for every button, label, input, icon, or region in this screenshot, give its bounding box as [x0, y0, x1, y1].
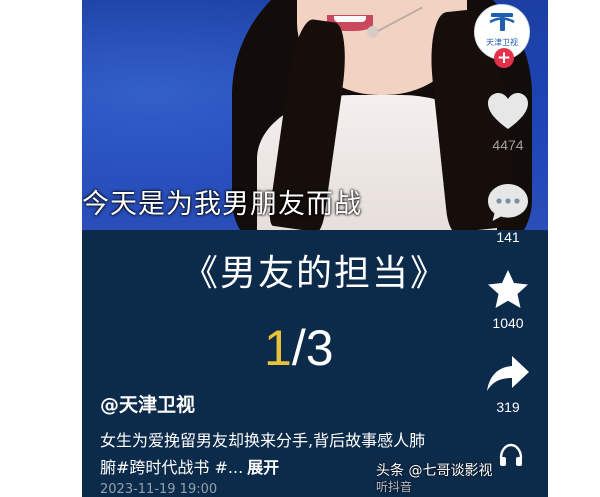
watermark-text: 头条 @七哥谈影视 — [376, 463, 493, 479]
comment-button[interactable]: 141 — [480, 182, 536, 246]
author-handle[interactable]: @天津卫视 — [100, 392, 195, 418]
share-count: 319 — [496, 399, 520, 415]
info-panel: 《男友的担当》 1/3 @天津卫视 女生为爱挽留男友却换来分手,背后故事感人肺腑… — [82, 230, 548, 497]
comment-icon — [488, 184, 528, 221]
part-counter: 1/3 — [264, 318, 334, 378]
channel-logo-icon — [489, 13, 515, 31]
video-player[interactable]: 今天是为我男朋友而战 《男友的担当》 1/3 @天津卫视 女生为爱挽留男友却换来… — [82, 0, 548, 497]
series-title: 《男友的担当》 — [182, 253, 449, 294]
video-subtitle: 今天是为我男朋友而战 — [82, 189, 362, 220]
favorite-button[interactable]: 1040 — [480, 268, 536, 332]
part-current: 1 — [264, 320, 292, 376]
headset-microphone — [367, 26, 379, 38]
headphones-icon[interactable] — [498, 442, 524, 468]
part-total: /3 — [291, 320, 334, 376]
star-icon — [488, 270, 528, 308]
share-button[interactable]: 319 — [480, 354, 536, 416]
comment-count: 141 — [496, 229, 520, 245]
follow-button[interactable]: + — [494, 48, 514, 68]
presenter-teeth — [334, 16, 366, 22]
heart-icon — [488, 93, 528, 129]
share-arrow-icon — [487, 356, 529, 391]
expand-link[interactable]: 展开 — [247, 458, 279, 477]
like-button[interactable]: 4474 — [480, 92, 536, 154]
post-timestamp: 2023-11-19 19:00 — [100, 482, 218, 497]
like-count: 4474 — [492, 137, 524, 153]
source-watermark: 头条 @七哥谈影视 听抖音 — [376, 462, 492, 494]
channel-logo-name: 天津卫视 — [486, 38, 518, 47]
watermark-sub: 听抖音 — [376, 480, 413, 494]
favorite-count: 1040 — [492, 315, 524, 331]
